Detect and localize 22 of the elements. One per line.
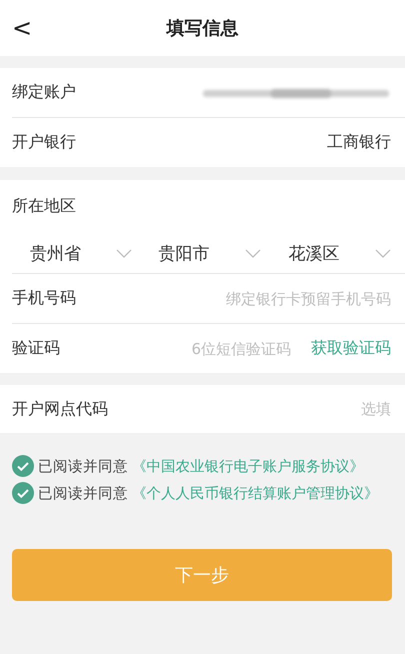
code-input[interactable]: 6位短信验证码 (161, 340, 291, 358)
field-label: 开户网点代码 (12, 398, 108, 420)
phone-input[interactable]: 绑定银行卡预留手机号码 (191, 290, 391, 308)
chevron-down-icon (116, 248, 132, 258)
field-label: 开户银行 (12, 132, 76, 153)
page-title: 填写信息 (166, 17, 238, 40)
checked-icon[interactable] (12, 482, 34, 504)
region-dropdown[interactable]: 花溪区 (260, 242, 391, 264)
field-label: 绑定账户 (12, 82, 76, 103)
field-value: 工商银行 (327, 132, 391, 153)
agreement-text: 已阅读并同意 (38, 484, 128, 502)
region-dropdown[interactable]: 贵州省 (12, 242, 132, 264)
branch-code-input[interactable]: 选填 (271, 400, 391, 418)
back-button[interactable]: < (8, 14, 36, 42)
field-label: 手机号码 (12, 288, 76, 309)
checked-icon[interactable] (12, 455, 34, 477)
region-dropdown[interactable]: 贵阳市 (132, 242, 261, 264)
chevron-down-icon (374, 248, 391, 258)
field-label: 所在地区 (12, 196, 76, 217)
field-label: 验证码 (12, 338, 60, 359)
agreement-text: 已阅读并同意 (38, 458, 128, 476)
chevron-down-icon (244, 248, 261, 258)
